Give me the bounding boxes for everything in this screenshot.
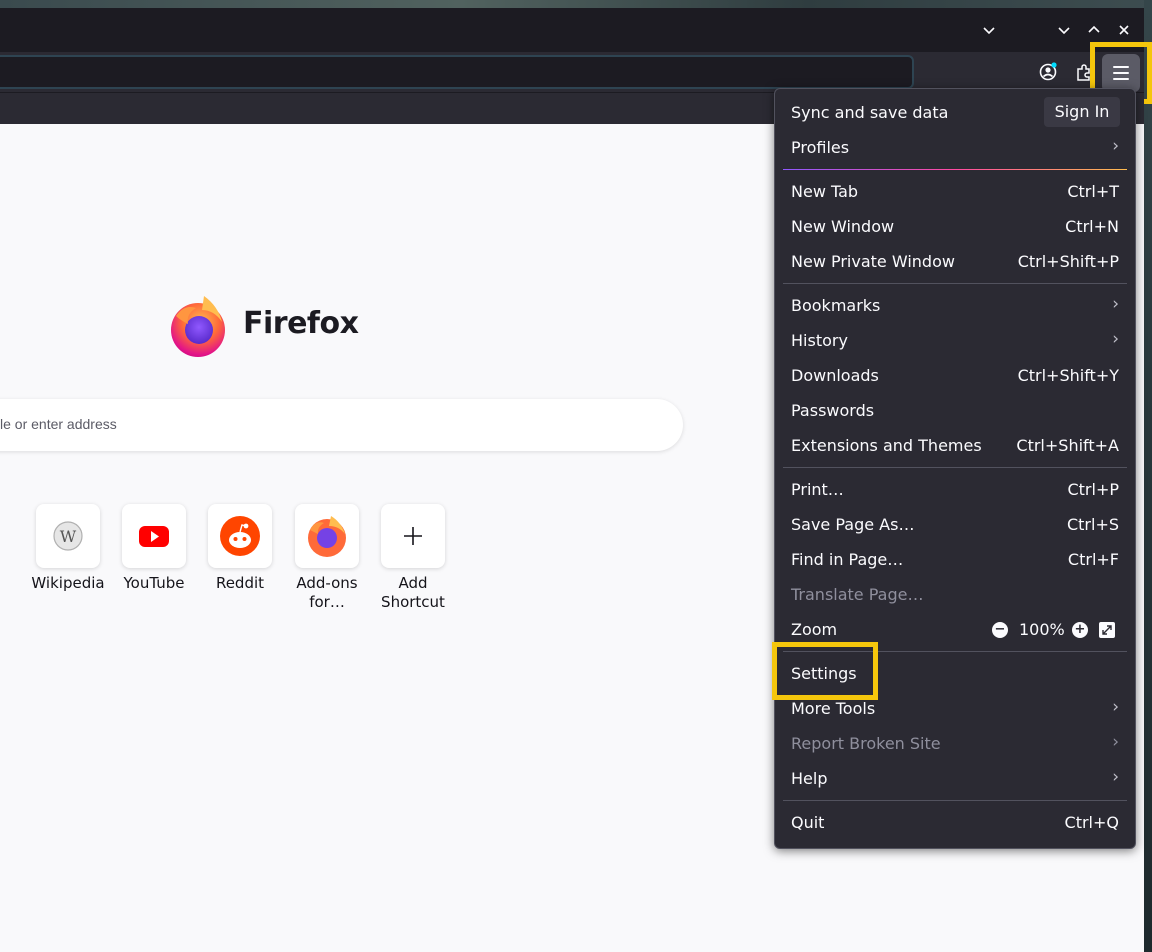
chevron-down-icon[interactable] xyxy=(979,20,999,40)
menu-item-report-broken-site: Report Broken Site › xyxy=(791,732,1119,753)
zoom-level[interactable]: 100% xyxy=(1019,620,1065,639)
app-menu-panel: Sync and save data Sign In Profiles › Ne… xyxy=(774,88,1136,849)
menu-item-save-page[interactable]: Save Page As… Ctrl+S xyxy=(791,509,1121,541)
sync-label: Sync and save data xyxy=(791,103,949,122)
chevron-right-icon: › xyxy=(1112,732,1119,752)
maximize-icon[interactable] xyxy=(1084,20,1104,40)
chevron-right-icon: › xyxy=(1112,697,1119,717)
shortcut-tile-add[interactable] xyxy=(381,504,445,568)
wikipedia-icon: W xyxy=(53,521,83,551)
shortcut-text: Ctrl+Shift+Y xyxy=(1017,366,1119,385)
menu-separator xyxy=(783,283,1127,284)
fullscreen-icon xyxy=(1102,625,1112,635)
shortcut-label: Add Shortcut xyxy=(381,574,445,611)
minimize-icon[interactable] xyxy=(1054,20,1074,40)
shortcut-text: Ctrl+F xyxy=(1067,550,1119,569)
shortcut-tile-addons[interactable] xyxy=(295,504,359,568)
shortcut-label: Wikipedia xyxy=(31,574,105,592)
menu-item-new-window[interactable]: New Window Ctrl+N xyxy=(791,211,1121,243)
menu-item-new-private-window[interactable]: New Private Window Ctrl+Shift+P xyxy=(791,246,1121,278)
menu-item-history[interactable]: History › xyxy=(791,325,1121,357)
plus-icon xyxy=(404,527,422,545)
menu-item-new-tab[interactable]: New Tab Ctrl+T xyxy=(791,176,1121,208)
svg-text:W: W xyxy=(60,527,77,546)
desktop-edge xyxy=(1144,0,1152,952)
shortcut-text: Ctrl+Shift+A xyxy=(1016,436,1119,455)
chevron-right-icon: › xyxy=(1112,767,1119,787)
shortcut-text: Ctrl+Shift+P xyxy=(1017,252,1119,271)
menu-separator xyxy=(783,169,1127,170)
menu-item-bookmarks[interactable]: Bookmarks › xyxy=(791,290,1121,322)
url-bar[interactable] xyxy=(0,55,914,89)
title-bar xyxy=(0,8,1144,52)
youtube-icon xyxy=(139,526,169,547)
search-placeholder: le or enter address xyxy=(0,416,117,432)
shortcut-tile-reddit[interactable] xyxy=(208,504,272,568)
menu-item-help[interactable]: Help › xyxy=(791,763,1121,795)
chevron-right-icon: › xyxy=(1112,136,1119,156)
shortcut-label: Add-ons for… xyxy=(296,574,358,611)
shortcut-tile-wikipedia[interactable]: W xyxy=(36,504,100,568)
chevron-right-icon: › xyxy=(1112,329,1119,349)
shortcut-label: Reddit xyxy=(215,574,265,592)
shortcut-label: YouTube xyxy=(123,574,185,592)
sign-in-button[interactable]: Sign In xyxy=(1044,97,1120,127)
shortcut-text: Ctrl+P xyxy=(1067,480,1119,499)
menu-separator xyxy=(783,467,1127,468)
menu-item-print[interactable]: Print… Ctrl+P xyxy=(791,474,1121,506)
shortcut-tile-youtube[interactable] xyxy=(122,504,186,568)
shortcut-text: Ctrl+S xyxy=(1066,515,1119,534)
menu-separator xyxy=(783,800,1127,801)
menu-item-find-in-page[interactable]: Find in Page… Ctrl+F xyxy=(791,544,1121,576)
navigation-toolbar xyxy=(0,52,1144,92)
chevron-right-icon: › xyxy=(1112,294,1119,314)
menu-item-extensions-themes[interactable]: Extensions and Themes Ctrl+Shift+A xyxy=(791,430,1121,462)
zoom-out-button[interactable]: − xyxy=(992,622,1008,638)
highlight-box-settings xyxy=(772,642,878,700)
shortcut-text: Ctrl+T xyxy=(1067,182,1119,201)
menu-item-downloads[interactable]: Downloads Ctrl+Shift+Y xyxy=(791,360,1121,392)
firefox-logo xyxy=(166,294,230,358)
firefox-addons-icon xyxy=(308,516,346,557)
shortcut-text: Ctrl+N xyxy=(1065,217,1119,236)
menu-item-quit[interactable]: Quit Ctrl+Q xyxy=(791,807,1121,839)
newtab-search-input[interactable]: le or enter address xyxy=(0,399,683,451)
close-icon[interactable] xyxy=(1114,20,1134,40)
account-icon[interactable] xyxy=(1036,60,1060,84)
menu-item-profiles[interactable]: Profiles › xyxy=(791,132,1121,164)
firefox-wordmark: Firefox xyxy=(243,306,359,341)
reddit-icon xyxy=(220,516,260,556)
shortcut-text: Ctrl+Q xyxy=(1064,813,1119,832)
fullscreen-button[interactable] xyxy=(1099,622,1115,638)
menu-item-translate-page: Translate Page… xyxy=(791,585,924,604)
menu-item-passwords[interactable]: Passwords xyxy=(791,395,1121,427)
zoom-in-button[interactable]: + xyxy=(1072,622,1088,638)
